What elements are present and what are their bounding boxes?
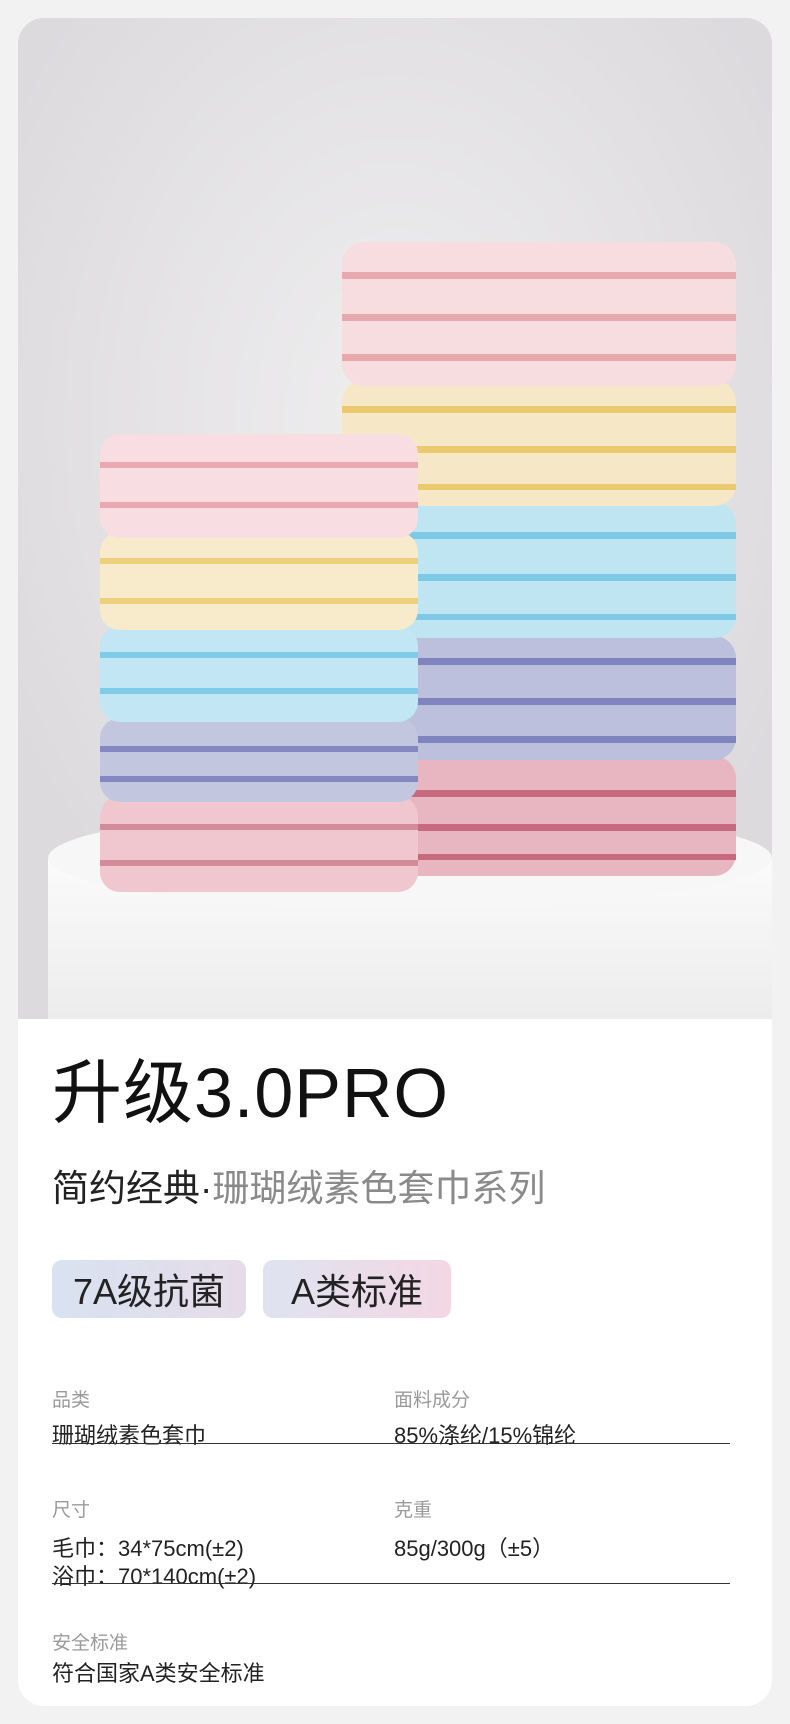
material-label: 面料成分 <box>394 1390 471 1411</box>
size-value-towel: 毛巾：34*75cm(±2) <box>52 1536 244 1561</box>
material-value: 85%涤纶/15%锦纶 <box>394 1423 577 1448</box>
weight-value: 85g/300g（±5） <box>394 1536 555 1561</box>
size-label: 尺寸 <box>52 1500 91 1521</box>
product-card: 升级3.0PRO 简约经典·珊瑚绒素色套巾系列 7A级抗菌 A类标准 品类 珊瑚… <box>18 18 772 1706</box>
divider <box>52 1583 730 1584</box>
standard-badge: A类标准 <box>263 1260 451 1318</box>
size-value-bath-towel: 浴巾：70*140cm(±2) <box>52 1564 257 1589</box>
product-photo <box>18 18 772 1019</box>
subtitle: 简约经典·珊瑚绒素色套巾系列 <box>52 1170 545 1207</box>
category-label: 品类 <box>52 1390 91 1411</box>
safety-value: 符合国家A类安全标准 <box>52 1661 265 1686</box>
subtitle-primary: 简约经典· <box>52 1168 213 1209</box>
page-title: 升级3.0PRO <box>52 1054 449 1132</box>
divider <box>52 1443 730 1444</box>
weight-label: 克重 <box>394 1500 433 1521</box>
subtitle-secondary: 珊瑚绒素色套巾系列 <box>212 1168 546 1209</box>
category-value: 珊瑚绒素色套巾 <box>52 1423 207 1448</box>
towel-stack-illustration <box>18 18 772 1019</box>
antibacterial-badge: 7A级抗菌 <box>52 1260 246 1318</box>
safety-label: 安全标准 <box>52 1633 129 1654</box>
towel-stack-small <box>100 434 418 892</box>
